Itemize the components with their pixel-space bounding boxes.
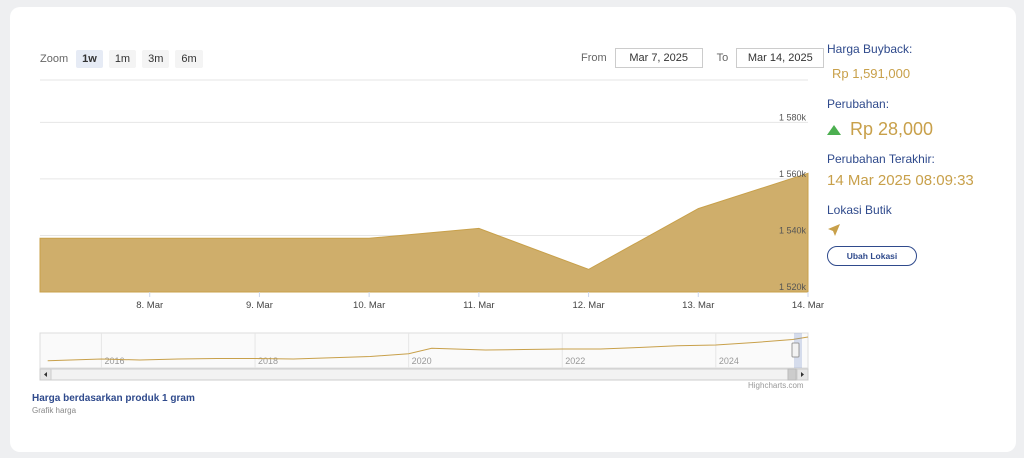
x-tick-label: 12. Mar — [572, 300, 604, 311]
navigator-tick-label: 2022 — [565, 356, 585, 366]
scrollbar-track[interactable] — [39, 368, 809, 381]
chart-caption-title: Harga berdasarkan produk 1 gram — [32, 393, 195, 404]
navigator-handle[interactable] — [791, 342, 800, 358]
change-location-button[interactable]: Ubah Lokasi — [827, 246, 917, 266]
last-change-label: Perubahan Terakhir: — [827, 152, 935, 166]
triangle-up-icon — [827, 124, 841, 135]
change-row: Rp 28,000 — [827, 119, 1007, 140]
last-change-value: 14 Mar 2025 08:09:33 — [827, 172, 974, 189]
x-tick-label: 10. Mar — [353, 300, 385, 311]
navigator-tick-label: 2020 — [412, 356, 432, 366]
x-tick-label: 13. Mar — [682, 300, 714, 311]
y-tick-label: 1 560k — [779, 169, 807, 179]
navigator-tick-label: 2024 — [719, 356, 739, 366]
location-arrow-icon-svg — [828, 224, 840, 236]
highcharts-credit[interactable]: Highcharts.com — [748, 381, 804, 390]
scrollbar-thumb[interactable] — [787, 368, 797, 381]
location-label: Lokasi Butik — [827, 203, 892, 217]
change-value: Rp 28,000 — [850, 119, 934, 139]
navigator-tick-label: 2016 — [104, 356, 124, 366]
location-arrow-icon — [827, 223, 1007, 242]
y-tick-label: 1 540k — [779, 225, 807, 235]
x-tick-label: 8. Mar — [136, 300, 163, 311]
change-label: Perubahan: — [827, 97, 890, 111]
y-tick-label: 1 580k — [779, 112, 807, 122]
x-tick-label: 11. Mar — [463, 300, 495, 311]
buyback-value: Rp 1,591,000 — [832, 66, 911, 81]
x-tick-label: 9. Mar — [246, 300, 273, 311]
x-tick-label: 14. Mar — [792, 300, 824, 311]
price-summary: Harga Buyback: Rp 1,591,000 Perubahan: R… — [827, 42, 1007, 266]
y-tick-label: 1 520k — [779, 282, 807, 292]
buyback-label: Harga Buyback: — [827, 42, 913, 56]
chart-caption-subtitle: Grafik harga — [32, 406, 77, 415]
navigator-tick-label: 2018 — [258, 356, 278, 366]
price-area-series — [39, 172, 809, 293]
